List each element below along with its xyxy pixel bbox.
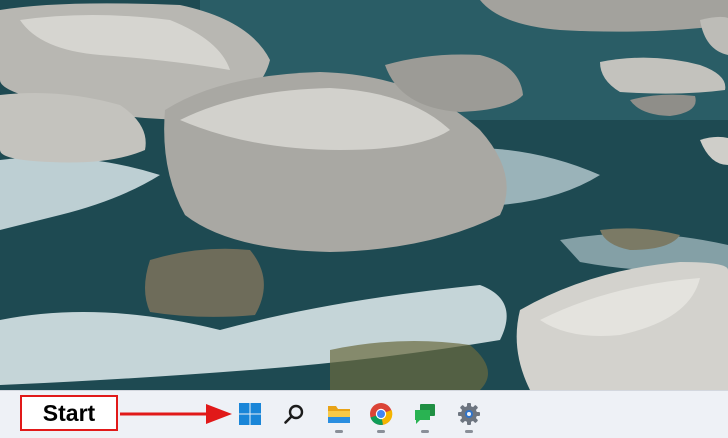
settings-gear-icon[interactable] (454, 399, 484, 433)
wallpaper-image (0, 0, 728, 390)
running-indicator (421, 430, 429, 433)
windows-start-icon[interactable] (235, 399, 265, 429)
chrome-icon[interactable] (366, 399, 396, 433)
desktop-wallpaper (0, 0, 728, 390)
search-icon[interactable] (279, 399, 309, 429)
file-explorer-icon[interactable] (324, 399, 354, 433)
running-indicator (465, 430, 473, 433)
start-annotation-box: Start (20, 395, 118, 431)
running-indicator (335, 430, 343, 433)
chat-icon[interactable] (410, 399, 440, 433)
annotation-arrow-icon (120, 404, 232, 424)
running-indicator (377, 430, 385, 433)
start-annotation-label: Start (42, 399, 96, 426)
